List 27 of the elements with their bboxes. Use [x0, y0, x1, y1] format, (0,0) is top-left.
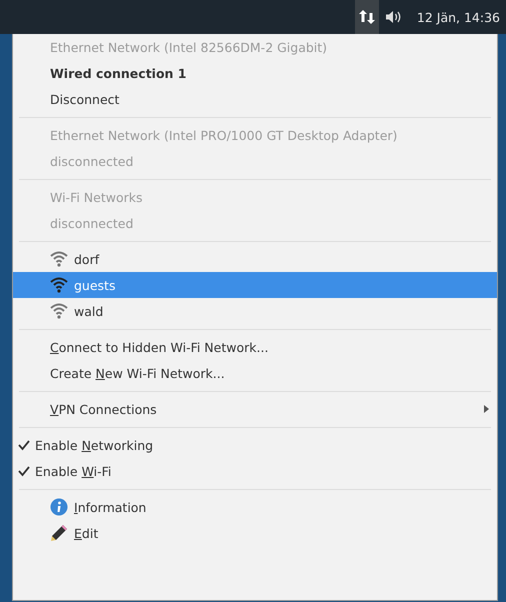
checkmark[interactable] [17, 464, 31, 478]
menu-item[interactable]: Wired connection 1 [50, 66, 186, 80]
checkmark[interactable] [17, 438, 31, 452]
section-label: Ethernet Network (Intel 82566DM-2 Gigabit) [49, 38, 328, 57]
wifi-icon [50, 303, 68, 319]
section-label: disconnected [49, 214, 134, 232]
menu-item[interactable]: Connect to Hidden Wi-Fi Network... [50, 340, 268, 354]
clock[interactable]: 12 Jän, 14:36 [416, 10, 500, 24]
section-label: disconnected [49, 152, 134, 170]
wifi-icon [50, 251, 68, 267]
menu-item[interactable]: Enable Networking [35, 438, 154, 452]
volume-icon[interactable] [384, 10, 403, 24]
menu-item[interactable]: Information [74, 500, 146, 514]
menu-item[interactable]: Disconnect [50, 92, 120, 106]
network-icon[interactable] [354, 0, 379, 34]
submenu-arrow-icon [484, 405, 489, 413]
menu-item[interactable]: VPN Connections [50, 402, 157, 416]
pencil-icon [50, 524, 68, 542]
network-item[interactable]: dorf [74, 252, 100, 266]
menu-item[interactable]: Enable Wi-Fi [35, 464, 112, 478]
menu-item[interactable]: Edit [74, 526, 98, 540]
info-icon [50, 498, 68, 516]
network-item[interactable]: wald [74, 304, 104, 318]
wifi-icon [50, 277, 68, 293]
menu-item[interactable]: Create New Wi-Fi Network... [50, 366, 225, 380]
section-label: Wi-Fi Networks [49, 188, 144, 206]
section-label: Ethernet Network (Intel PRO/1000 GT Desktop Adapter) [49, 126, 398, 145]
